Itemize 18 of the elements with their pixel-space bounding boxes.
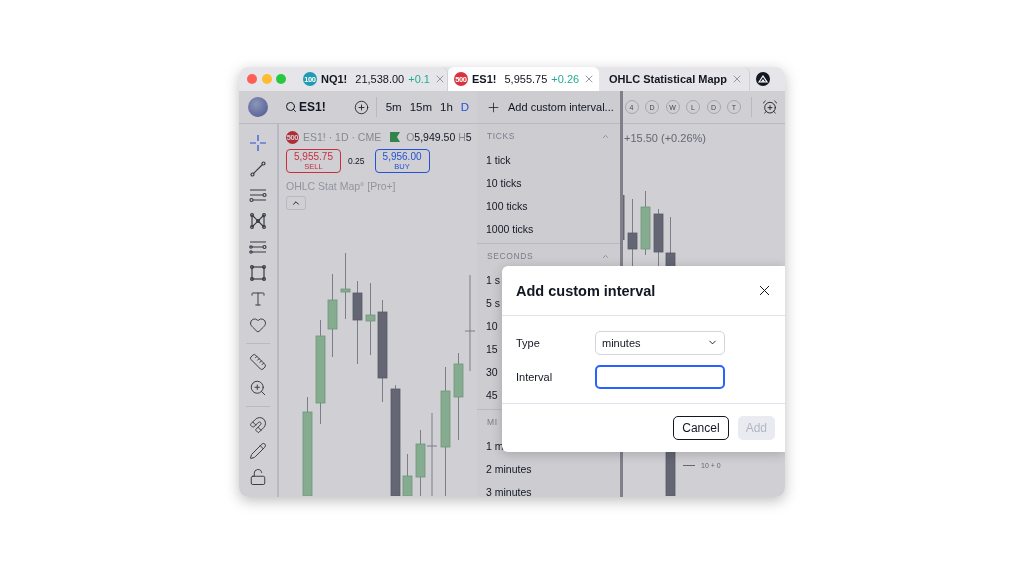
tab-symbol: ES1!: [472, 73, 497, 85]
field-label: Type: [516, 336, 541, 349]
price-change: +15.50 (+0.26%): [624, 132, 706, 144]
tab-price: 21,538.00: [355, 73, 405, 85]
spread-value: 0.25: [348, 156, 365, 166]
tab-title: OHLC Statistical Mapp: [609, 73, 727, 85]
open-label: O: [406, 131, 415, 143]
tab-change: +0.26: [551, 73, 580, 85]
tab-change: +0.1: [408, 73, 430, 85]
open-value: 5,949.50: [414, 131, 456, 143]
dialog-title: Add custom interval: [516, 282, 656, 299]
field-label: Interval: [516, 370, 554, 383]
high-label: H: [458, 131, 466, 143]
indicator-name: OHLC Stat Map° [Pro+]: [286, 179, 396, 193]
high-value: 5: [465, 131, 472, 143]
chart-title: ES1! · 1D · CME: [303, 131, 382, 143]
tab-price: 5,955.75: [504, 73, 548, 85]
tab-symbol: NQ1!: [321, 73, 348, 85]
